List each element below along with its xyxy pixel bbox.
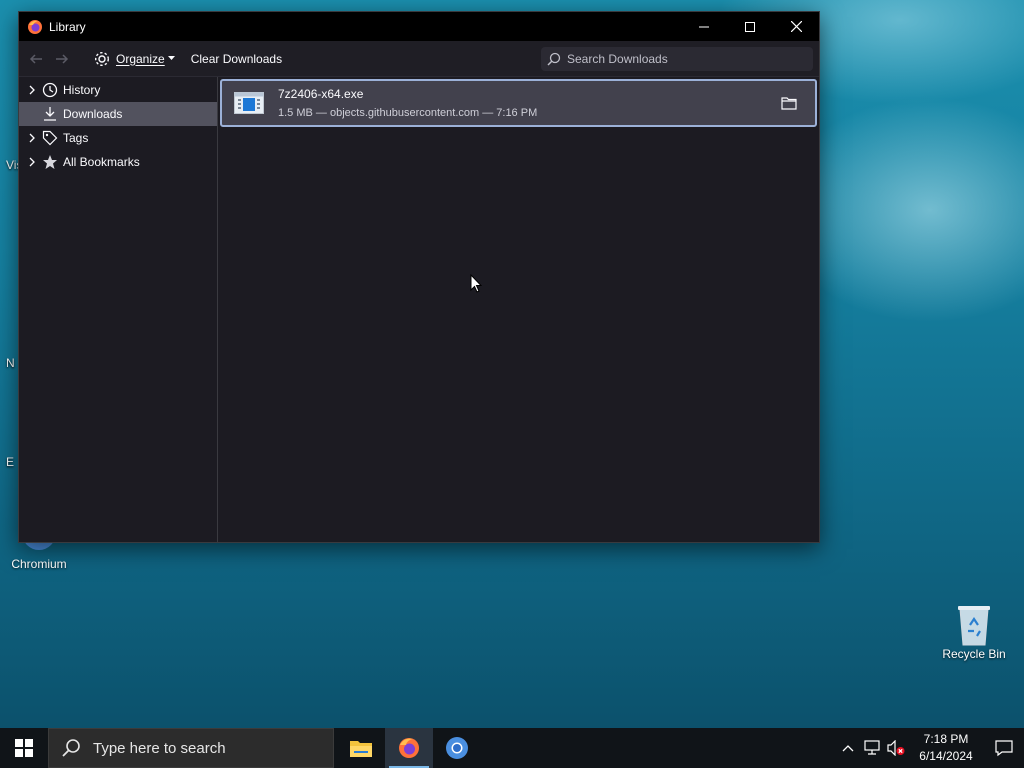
mouse-cursor-icon [470,274,482,293]
file-explorer-icon [350,741,372,757]
taskbar-file-explorer[interactable] [337,728,385,768]
firefox-icon [28,19,42,34]
forward-button[interactable] [49,46,75,72]
clock-time: 7:18 PM [923,732,969,746]
sidebar-item-label: Downloads [63,107,123,121]
desktop-icon-label: Chromium [11,557,67,571]
back-button[interactable] [23,46,49,72]
library-toolbar: Organize Clear Downloads Search Download… [19,41,819,77]
tag-icon [41,129,59,147]
taskbar-clock[interactable]: 7:18 PM 6/14/2024 [914,731,978,765]
clock-date: 6/14/2024 [919,749,973,763]
sidebar-item-tags[interactable]: Tags [19,126,217,150]
sidebar-item-label: Tags [63,131,89,145]
chevron-down-icon [167,56,175,60]
start-button[interactable] [0,728,48,768]
show-hidden-icons-button[interactable] [836,728,860,768]
search-icon [547,52,561,66]
chevron-up-icon [842,745,854,752]
chevron-right-icon[interactable] [25,83,39,97]
minimize-button[interactable] [681,12,727,41]
organize-label: Organize [116,51,165,66]
downloads-list: 7z2406-x64.exe 1.5 MB — objects.githubus… [218,77,819,542]
taskbar-chromium[interactable] [433,728,481,768]
taskbar-search-placeholder: Type here to search [93,739,226,757]
maximize-button[interactable] [727,12,773,41]
show-in-folder-button[interactable] [779,93,799,113]
places-sidebar: History Downloads Tags All Bookmarks [19,77,218,542]
library-window: Library Organize Clear Downloads Search … [18,11,820,543]
sidebar-item-history[interactable]: History [19,78,217,102]
search-downloads-placeholder: Search Downloads [567,51,668,66]
window-title: Library [49,19,86,34]
desktop-icon-label: Recycle Bin [942,647,1006,661]
clear-downloads-label: Clear Downloads [190,51,283,66]
download-filename: 7z2406-x64.exe [278,87,364,101]
chevron-right-icon[interactable] [25,131,39,145]
arrow-right-icon [56,53,69,64]
network-icon [864,740,880,755]
sidebar-item-downloads[interactable]: Downloads [19,102,217,126]
volume-muted-icon [887,740,905,756]
maximize-icon [745,21,755,32]
firefox-icon [399,738,419,758]
desktop-icon-recycle-bin[interactable]: Recycle Bin [938,603,1010,661]
executable-file-icon [234,92,264,114]
volume-button[interactable] [884,728,908,768]
taskbar-search-box[interactable]: Type here to search [48,728,334,768]
clear-downloads-button[interactable]: Clear Downloads [185,47,288,71]
download-item[interactable]: 7z2406-x64.exe 1.5 MB — objects.githubus… [220,79,817,127]
sidebar-item-label: All Bookmarks [63,155,140,169]
system-tray: 7:18 PM 6/14/2024 [836,728,1024,768]
title-bar[interactable]: Library [19,12,819,41]
minimize-icon [699,26,709,27]
chromium-icon [446,737,468,759]
recycle-bin-icon [954,603,994,646]
close-button[interactable] [773,12,819,41]
taskbar: Type here to search 7:18 PM 6/14/2024 [0,728,1024,768]
sidebar-item-all-bookmarks[interactable]: All Bookmarks [19,150,217,174]
network-button[interactable] [860,728,884,768]
action-center-button[interactable] [984,728,1024,768]
arrow-left-icon [29,53,42,64]
gear-icon [94,51,110,66]
search-icon [62,739,80,757]
close-icon [790,21,802,32]
desktop-icon-label-partial: E [6,455,15,469]
search-downloads-field[interactable]: Search Downloads [541,46,813,71]
clock-icon [41,81,59,99]
organize-menu-button[interactable]: Organize [87,47,181,71]
notification-icon [995,740,1013,757]
windows-logo-icon [15,739,33,757]
star-icon [41,153,59,171]
taskbar-firefox[interactable] [385,728,433,768]
sidebar-item-label: History [63,83,101,97]
download-details: 1.5 MB — objects.githubusercontent.com —… [278,107,538,119]
chevron-right-icon[interactable] [25,155,39,169]
download-icon [41,105,59,123]
desktop-icon-label-partial: N [6,356,15,370]
folder-icon [781,97,797,110]
